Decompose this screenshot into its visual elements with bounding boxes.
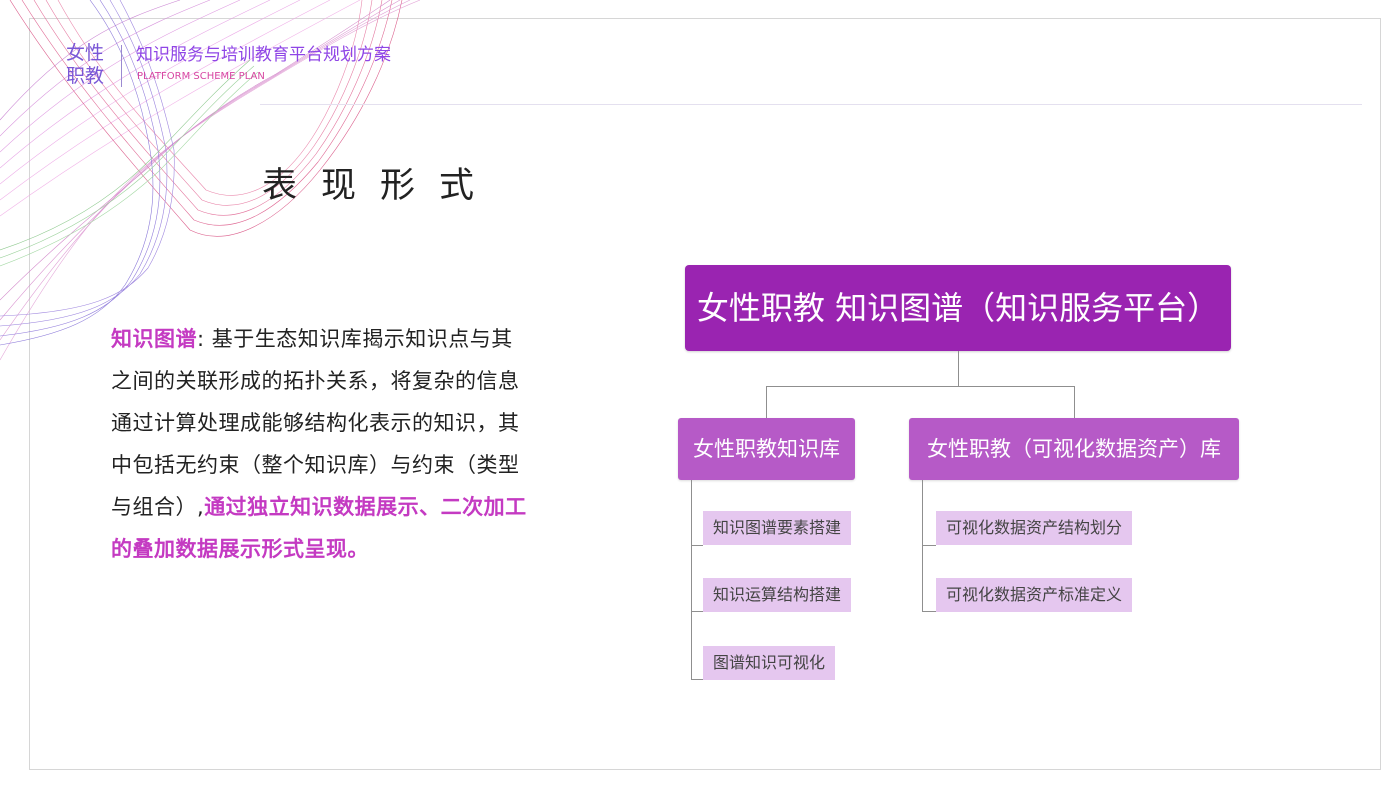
description-end: 。 (347, 537, 369, 561)
left-branch-stem (691, 480, 692, 680)
root-connector-left (766, 386, 767, 418)
section-title: 表现形式 (262, 166, 499, 206)
logo: 女性 职教 (66, 42, 110, 88)
left-leaf-connector-1 (691, 545, 703, 546)
logo-line-1: 女性 (66, 42, 105, 64)
root-connector-bar (766, 386, 1075, 387)
description-body: : 基于生态知识库揭示知识点与其之间的关联形成的拓扑关系，将复杂的信息通过计算处… (111, 327, 520, 519)
platform-title: 知识服务与培训教育平台规划方案 (136, 45, 391, 65)
diagram-branch-left: 女性职教知识库 (678, 418, 855, 480)
description-paragraph: 知识图谱: 基于生态知识库揭示知识点与其之间的关联形成的拓扑关系，将复杂的信息通… (111, 318, 531, 570)
knowledge-graph-term: 知识图谱 (111, 327, 197, 351)
right-leaf-connector-2 (922, 611, 936, 612)
right-branch-stem (922, 480, 923, 612)
left-leaf-1: 知识图谱要素搭建 (703, 511, 852, 545)
root-connector-right (1074, 386, 1075, 418)
platform-subtitle: PLATFORM SCHEME PLAN (137, 71, 265, 82)
left-leaf-3: 图谱知识可视化 (703, 646, 836, 680)
right-leaf-connector-1 (922, 545, 936, 546)
right-leaf-1: 可视化数据资产结构划分 (936, 511, 1133, 545)
right-leaf-2: 可视化数据资产标准定义 (936, 578, 1133, 612)
root-connector-stem (958, 351, 959, 386)
diagram-root-node: 女性职教 知识图谱（知识服务平台） (685, 265, 1231, 351)
left-leaf-2: 知识运算结构搭建 (703, 578, 852, 612)
header-rule (260, 104, 1362, 105)
left-leaf-connector-2 (691, 611, 703, 612)
left-leaf-connector-3 (691, 679, 703, 680)
diagram-branch-right: 女性职教（可视化数据资产）库 (909, 418, 1239, 480)
logo-divider (121, 45, 122, 87)
logo-line-2: 职教 (66, 65, 105, 87)
knowledge-graph-diagram: 女性职教 知识图谱（知识服务平台） 女性职教知识库 女性职教（可视化数据资产）库… (660, 255, 1260, 695)
